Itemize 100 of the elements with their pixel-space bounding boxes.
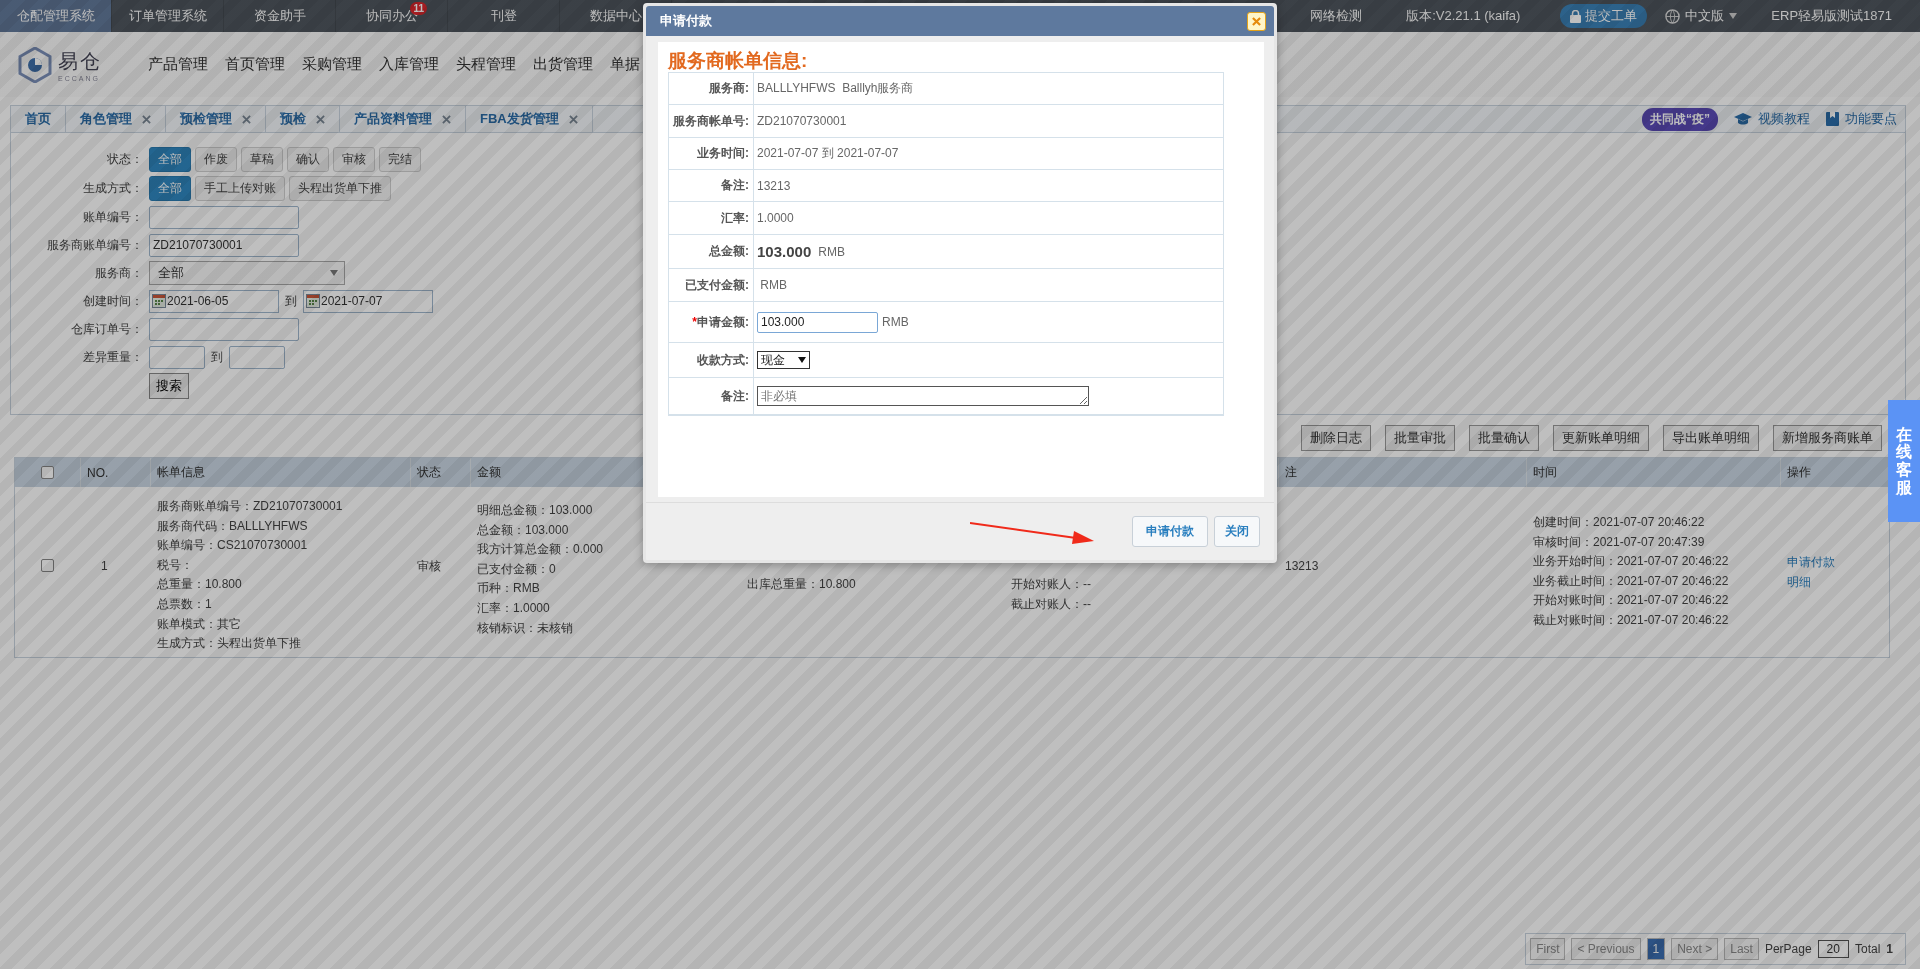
field-value: RMB bbox=[759, 278, 787, 292]
action-link[interactable]: 申请付款 bbox=[1787, 553, 1891, 573]
per-page-field[interactable]: 20 bbox=[1817, 940, 1849, 958]
row-checkbox[interactable] bbox=[41, 559, 54, 572]
range-separator: 到 bbox=[211, 348, 223, 366]
text-field[interactable] bbox=[149, 317, 299, 341]
filter-option-button[interactable]: 全部 bbox=[149, 176, 191, 201]
close-button[interactable] bbox=[1247, 11, 1266, 31]
filter-label: 差异重量： bbox=[82, 348, 143, 366]
page-tab[interactable]: 预检管理 bbox=[166, 106, 266, 132]
system-tab[interactable]: 仓配管理系统 bbox=[0, 0, 112, 32]
column-header: 状态 bbox=[417, 464, 441, 481]
page-tab[interactable]: 产品资料管理 bbox=[340, 106, 466, 132]
page-tab[interactable]: FBA发货管理 bbox=[466, 106, 593, 132]
cell-text: 审核时间：2021-07-07 20:47:39 bbox=[1533, 533, 1706, 551]
payment-select[interactable]: 现金 bbox=[757, 351, 810, 369]
close-icon[interactable] bbox=[142, 114, 151, 124]
field-label: 收款方式: bbox=[669, 343, 754, 378]
cell-text: 总票数：1 bbox=[157, 595, 213, 613]
toolbar-button[interactable]: 批量确认 bbox=[1469, 425, 1539, 451]
close-dialog-button[interactable]: 关闭 bbox=[1214, 516, 1260, 547]
close-icon[interactable] bbox=[442, 114, 451, 124]
account-name[interactable]: ERP轻易版测试1871 bbox=[1749, 7, 1914, 25]
toolbar-button[interactable]: 批量审批 bbox=[1385, 425, 1455, 451]
select-all-checkbox[interactable] bbox=[41, 466, 54, 479]
nav-item[interactable]: 产品管理 bbox=[148, 55, 225, 74]
column-header: 帐单信息 bbox=[157, 464, 205, 481]
row-number: 1 bbox=[101, 558, 109, 575]
cell-text: 汇率：1.0000 bbox=[477, 599, 551, 617]
currency-unit: RMB bbox=[882, 315, 909, 329]
close-icon[interactable] bbox=[316, 114, 325, 124]
video-tutorial-link[interactable]: 视频教程 bbox=[1734, 110, 1810, 128]
logo-icon bbox=[18, 46, 52, 83]
filter-label: 服务商账单编号： bbox=[46, 236, 143, 254]
nav-item[interactable]: 首页管理 bbox=[225, 55, 302, 74]
cell-text: 开始对账人：-- bbox=[1011, 576, 1092, 593]
nav-item[interactable]: 头程管理 bbox=[456, 55, 533, 74]
field-label: 服务商帐单号: bbox=[669, 105, 754, 138]
page-number-button[interactable]: 1 bbox=[1646, 938, 1666, 960]
network-check-link[interactable]: 网络检测 bbox=[1288, 7, 1385, 25]
text-field[interactable]: ZD21070730001 bbox=[149, 233, 299, 257]
nav-item[interactable]: 采购管理 bbox=[302, 55, 379, 74]
filter-option-button[interactable]: 草稿 bbox=[241, 147, 283, 172]
cell-text: 税号： bbox=[157, 556, 194, 574]
text-field[interactable] bbox=[149, 345, 205, 369]
text-field[interactable] bbox=[149, 205, 299, 229]
column-header: 操作 bbox=[1787, 464, 1811, 481]
filter-option-button[interactable]: 手工上传对账 bbox=[195, 176, 285, 201]
page-tab[interactable]: 首页 bbox=[11, 106, 66, 132]
filter-option-button[interactable]: 头程出货单下推 bbox=[289, 176, 391, 201]
toolbar-button[interactable]: 删除日志 bbox=[1301, 425, 1371, 451]
amount-field[interactable]: 103.000 bbox=[757, 311, 878, 333]
online-service-tab[interactable]: 在线客服 bbox=[1888, 400, 1920, 522]
caret-icon bbox=[798, 357, 806, 363]
range-separator: 到 bbox=[285, 292, 297, 310]
cell-text: 13213 bbox=[1285, 558, 1320, 575]
cell-text: 创建时间：2021-07-07 20:46:22 bbox=[1533, 514, 1706, 531]
feature-points-link[interactable]: 功能要点 bbox=[1826, 110, 1897, 128]
text-field[interactable] bbox=[229, 345, 285, 369]
cell-text: 明细总金额：103.000 bbox=[477, 502, 594, 519]
page-tab[interactable]: 预检 bbox=[266, 106, 340, 132]
close-icon[interactable] bbox=[242, 114, 251, 124]
submit-ticket-button[interactable]: 提交工单 bbox=[1560, 4, 1648, 28]
column-header: 时间 bbox=[1533, 464, 1557, 481]
close-icon[interactable] bbox=[568, 114, 578, 124]
toolbar-button[interactable]: 导出账单明细 bbox=[1663, 425, 1759, 451]
total-count: 1 bbox=[1886, 942, 1893, 956]
toolbar-button[interactable]: 新增服务商账单 bbox=[1773, 425, 1882, 451]
page-tab[interactable]: 角色管理 bbox=[66, 106, 166, 132]
lock-icon bbox=[1570, 9, 1582, 23]
caret-icon bbox=[330, 270, 338, 276]
select-field[interactable]: 全部 bbox=[149, 261, 345, 285]
filter-option-button[interactable]: 确认 bbox=[287, 147, 329, 172]
apply-payment-button[interactable]: 申请付款 bbox=[1132, 516, 1208, 547]
version-text: 版本:V2.21.1 (kaifa) bbox=[1405, 7, 1522, 25]
action-link[interactable]: 明细 bbox=[1787, 572, 1891, 593]
cell-text: 服务商账单编号：ZD21070730001 bbox=[157, 498, 344, 515]
close-icon bbox=[1252, 16, 1261, 26]
filter-option-button[interactable]: 完结 bbox=[379, 147, 421, 172]
language-select[interactable]: 中文版 bbox=[1665, 7, 1738, 25]
search-button[interactable]: 搜索 bbox=[149, 373, 189, 399]
field-value: ZD21070730001 bbox=[757, 114, 847, 128]
filter-option-button[interactable]: 审核 bbox=[333, 147, 375, 172]
campaign-badge[interactable]: 共同战“疫” bbox=[1642, 107, 1718, 131]
filter-label: 服务商： bbox=[94, 264, 143, 282]
cell-text: 业务开始时间：2021-07-07 20:46:22 bbox=[1533, 553, 1730, 571]
filter-option-button[interactable]: 全部 bbox=[149, 147, 191, 172]
field-value: 2021-07-07 到 2021-07-07 bbox=[757, 145, 899, 162]
count-badge: 11 bbox=[410, 2, 427, 15]
filter-option-button[interactable]: 作废 bbox=[195, 147, 237, 172]
required-mark: * bbox=[692, 315, 697, 329]
remark-field[interactable]: 非必填 bbox=[757, 386, 1089, 406]
caret-icon bbox=[1729, 13, 1738, 19]
nav-item[interactable]: 入库管理 bbox=[379, 55, 456, 74]
date-field[interactable]: 2021-07-07 bbox=[303, 289, 433, 313]
field-value: 1.0000 bbox=[757, 211, 794, 225]
cell-text: 业务截止时间：2021-07-07 20:46:22 bbox=[1533, 572, 1730, 590]
nav-item[interactable]: 出货管理 bbox=[533, 55, 610, 74]
toolbar-button[interactable]: 更新账单明细 bbox=[1553, 425, 1649, 451]
date-field[interactable]: 2021-06-05 bbox=[149, 289, 279, 313]
